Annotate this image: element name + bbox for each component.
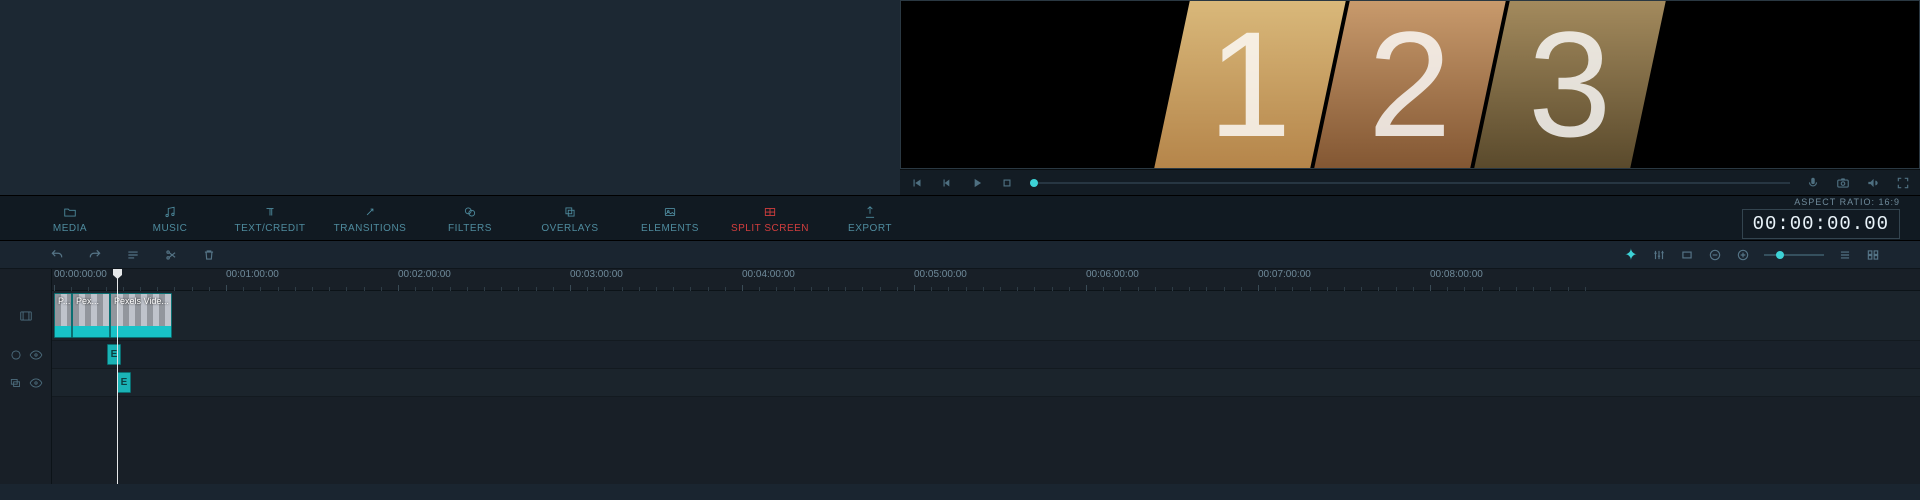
split-slot-1: 1	[1154, 1, 1345, 168]
element-clip[interactable]: E	[107, 344, 121, 365]
export-icon	[820, 203, 920, 221]
ruler-major-tick: 00:01:00:00	[226, 269, 279, 280]
effect-track-1[interactable]: E	[52, 341, 1920, 369]
preview-progress-bar[interactable]	[1030, 182, 1790, 184]
audio-mixer-icon[interactable]	[1652, 248, 1666, 262]
volume-icon[interactable]	[1866, 176, 1880, 190]
timecode-display: 00:00:00.00	[1742, 209, 1900, 239]
media-browser-panel	[0, 0, 900, 195]
ruler-major-tick: 00:02:00:00	[398, 269, 451, 280]
video-clip[interactable]: Pex...	[72, 293, 110, 338]
text-icon	[220, 203, 320, 221]
fullscreen-icon[interactable]	[1896, 176, 1910, 190]
splitscreen-icon	[720, 203, 820, 221]
snapshot-icon[interactable]	[1836, 176, 1850, 190]
tab-overlays[interactable]: OVERLAYS	[520, 203, 620, 234]
edit-tools-icon[interactable]	[126, 248, 140, 262]
tab-text[interactable]: TEXT/CREDIT	[220, 203, 320, 234]
tab-transitions-label: TRANSITIONS	[320, 223, 420, 234]
step-back-icon[interactable]	[940, 176, 954, 190]
tab-music-label: MUSIC	[120, 223, 220, 234]
stop-icon[interactable]	[1000, 176, 1014, 190]
ruler-major-tick: 00:00:00:00	[54, 269, 107, 280]
tab-filters[interactable]: FILTERS	[420, 203, 520, 234]
transitions-icon	[320, 203, 420, 221]
tab-elements[interactable]: ELEMENTS	[620, 203, 720, 234]
video-clip[interactable]: P...	[54, 293, 72, 338]
time-ruler[interactable]: 00:00:00:00 00:01:00:00 00:02:00:00 00:03:0…	[52, 269, 1920, 291]
elements-icon	[620, 203, 720, 221]
tracks-area[interactable]: 00:00:00:00 00:01:00:00 00:02:00:00 00:03:0…	[52, 269, 1920, 484]
tab-export[interactable]: EXPORT	[820, 203, 920, 234]
split-slot-3-number: 3	[1528, 1, 1611, 168]
undo-icon[interactable]	[50, 248, 64, 262]
split-icon[interactable]	[164, 248, 178, 262]
music-note-icon	[120, 203, 220, 221]
ruler-major-tick: 00:05:00:00	[914, 269, 967, 280]
delete-icon[interactable]	[202, 248, 216, 262]
filters-icon	[420, 203, 520, 221]
split-slot-1-number: 1	[1208, 1, 1291, 168]
zoom-in-icon[interactable]	[1736, 248, 1750, 262]
ruler-major-tick: 00:07:00:00	[1258, 269, 1311, 280]
tab-filters-label: FILTERS	[420, 223, 520, 234]
video-clip[interactable]: Pexels Vide...	[110, 293, 172, 338]
record-voiceover-icon[interactable]	[1806, 176, 1820, 190]
timeline-toolbar: ✦	[0, 241, 1920, 269]
split-slot-3: 3	[1474, 1, 1665, 168]
render-preview-icon[interactable]: ✦	[1624, 248, 1638, 262]
settings-list-icon[interactable]	[1838, 248, 1852, 262]
ruler-major-tick: 00:08:00:00	[1430, 269, 1483, 280]
tab-export-label: EXPORT	[820, 223, 920, 234]
tab-splitscreen[interactable]: SPLIT SCREEN	[720, 203, 820, 234]
video-track-header[interactable]	[0, 291, 51, 341]
tab-music[interactable]: MUSIC	[120, 203, 220, 234]
tab-elements-label: ELEMENTS	[620, 223, 720, 234]
element-clip[interactable]: E	[117, 372, 131, 393]
tab-splitscreen-label: SPLIT SCREEN	[720, 223, 820, 234]
video-track[interactable]: P...Pex...Pexels Vide...	[52, 291, 1920, 341]
preview-screen: 1 2 3	[900, 0, 1920, 169]
playhead[interactable]	[117, 269, 118, 484]
view-mode-icon[interactable]	[1866, 248, 1880, 262]
zoom-out-icon[interactable]	[1708, 248, 1722, 262]
main-nav: MEDIA MUSIC TEXT/CREDIT TRANSITIONS FILT…	[0, 195, 1920, 241]
tab-transitions[interactable]: TRANSITIONS	[320, 203, 420, 234]
aspect-ratio-label: ASPECT RATIO: 16:9	[1742, 197, 1900, 207]
effect-track-2[interactable]: E	[52, 369, 1920, 397]
ruler-major-tick: 00:06:00:00	[1086, 269, 1139, 280]
zoom-slider[interactable]	[1764, 254, 1824, 256]
folder-icon	[20, 203, 120, 221]
ruler-major-tick: 00:04:00:00	[742, 269, 795, 280]
split-slot-2: 2	[1314, 1, 1505, 168]
tab-overlays-label: OVERLAYS	[520, 223, 620, 234]
effect-track-1-header[interactable]	[0, 341, 51, 369]
timeline: 00:00:00:00 00:01:00:00 00:02:00:00 00:03:0…	[0, 269, 1920, 484]
split-slot-2-number: 2	[1368, 1, 1451, 168]
prev-keyframe-icon[interactable]	[910, 176, 924, 190]
crop-icon[interactable]	[1680, 248, 1694, 262]
preview-panel: 1 2 3	[900, 0, 1920, 195]
play-icon[interactable]	[970, 176, 984, 190]
preview-toolbar	[900, 169, 1920, 195]
ruler-major-tick: 00:03:00:00	[570, 269, 623, 280]
track-headers	[0, 269, 52, 484]
overlays-icon	[520, 203, 620, 221]
tab-media[interactable]: MEDIA	[20, 203, 120, 234]
tab-media-label: MEDIA	[20, 223, 120, 234]
tab-text-label: TEXT/CREDIT	[220, 223, 320, 234]
effect-track-2-header[interactable]	[0, 369, 51, 397]
redo-icon[interactable]	[88, 248, 102, 262]
